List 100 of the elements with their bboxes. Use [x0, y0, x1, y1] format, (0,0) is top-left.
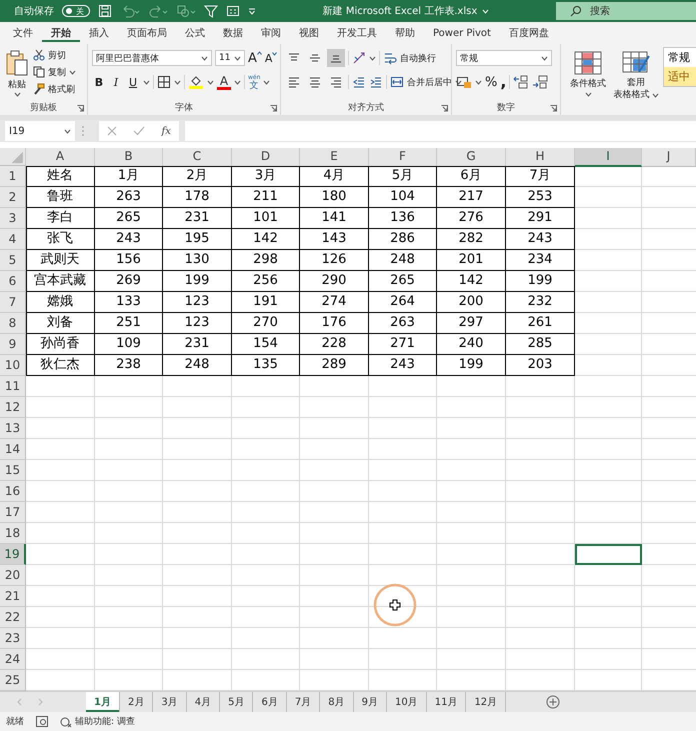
caret-icon[interactable]: [263, 80, 270, 84]
decrease-decimal-icon[interactable]: [532, 75, 548, 89]
row-header[interactable]: 18: [0, 523, 26, 544]
search-field[interactable]: 搜索: [556, 2, 696, 20]
row-header[interactable]: 19: [0, 544, 26, 565]
number-format-field[interactable]: 常规: [456, 50, 552, 66]
row-header[interactable]: 15: [0, 460, 26, 481]
column-header[interactable]: A: [26, 148, 95, 167]
increase-font-button[interactable]: A: [248, 50, 262, 66]
row-header[interactable]: 25: [0, 670, 26, 691]
row-header[interactable]: 2: [0, 187, 26, 208]
row-header[interactable]: 10: [0, 355, 26, 376]
paste-button[interactable]: 粘贴: [4, 47, 30, 97]
ribbon-tab[interactable]: 公式: [176, 22, 214, 44]
column-header[interactable]: C: [163, 148, 232, 167]
sheet-tab[interactable]: 1月: [86, 692, 120, 712]
ribbon-tab[interactable]: 审阅: [252, 22, 290, 44]
format-painter-button[interactable]: 格式刷: [33, 81, 76, 97]
row-header[interactable]: 21: [0, 586, 26, 607]
column-header[interactable]: B: [95, 148, 163, 167]
caret-icon[interactable]: [64, 128, 71, 134]
row-header[interactable]: 11: [0, 376, 26, 397]
row-header[interactable]: 23: [0, 628, 26, 649]
caret-icon[interactable]: [201, 56, 208, 60]
dialog-launcher-icon[interactable]: [270, 105, 277, 112]
ribbon-tab[interactable]: 文件: [4, 22, 42, 44]
wrap-text-button[interactable]: 自动换行: [383, 50, 436, 66]
underline-button[interactable]: U: [126, 76, 140, 88]
decrease-font-button[interactable]: A: [264, 52, 278, 64]
row-header[interactable]: 4: [0, 229, 26, 250]
caret-icon[interactable]: [234, 80, 241, 84]
name-box[interactable]: I19: [5, 121, 75, 141]
borders-icon[interactable]: [157, 75, 171, 89]
add-sheet-icon[interactable]: [546, 695, 560, 709]
bottom-align-icon[interactable]: [327, 49, 345, 67]
percent-button[interactable]: %: [485, 74, 498, 90]
caret-icon[interactable]: [69, 70, 76, 74]
cell-style-option[interactable]: 适中: [664, 67, 696, 86]
comma-style-button[interactable]: ,: [500, 77, 506, 87]
caret-icon[interactable]: [475, 80, 482, 84]
row-header[interactable]: 14: [0, 439, 26, 460]
dialog-launcher-icon[interactable]: [441, 105, 448, 112]
font-color-button[interactable]: A: [217, 74, 231, 90]
column-header[interactable]: H: [506, 148, 575, 167]
row-header[interactable]: 5: [0, 250, 26, 271]
autosave-toggle[interactable]: 关: [62, 5, 90, 17]
column-header[interactable]: J: [642, 148, 696, 167]
caret-icon[interactable]: [652, 92, 658, 98]
caret-icon[interactable]: [584, 92, 592, 97]
orientation-icon[interactable]: [352, 51, 366, 65]
dialog-launcher-icon[interactable]: [77, 105, 84, 112]
row-header[interactable]: 22: [0, 607, 26, 628]
ribbon-tab[interactable]: 开始: [42, 22, 80, 44]
caret-icon[interactable]: [369, 56, 376, 60]
caret-icon[interactable]: [455, 80, 462, 84]
column-header[interactable]: D: [232, 148, 300, 167]
font-name-field[interactable]: 阿里巴巴普惠体: [92, 50, 212, 66]
column-header[interactable]: F: [369, 148, 437, 167]
row-header[interactable]: 7: [0, 292, 26, 313]
accessibility-button[interactable]: 辅助功能: 调查: [60, 715, 135, 728]
accounting-icon[interactable]: [456, 75, 472, 89]
merge-center-button[interactable]: 合并后居中: [390, 74, 462, 90]
font-size-field[interactable]: 11: [215, 50, 245, 66]
ribbon-tab[interactable]: 插入: [80, 22, 118, 44]
ribbon-tab[interactable]: 开发工具: [328, 22, 386, 44]
ribbon-tab[interactable]: Power Pivot: [424, 22, 500, 44]
ribbon-tab[interactable]: 视图: [290, 22, 328, 44]
row-header[interactable]: 9: [0, 334, 26, 355]
row-header[interactable]: 1: [0, 166, 26, 187]
save-icon[interactable]: [98, 4, 112, 18]
column-header[interactable]: E: [300, 148, 369, 167]
decrease-indent-icon[interactable]: [352, 75, 366, 89]
row-header[interactable]: 6: [0, 271, 26, 292]
caret-icon[interactable]: [143, 80, 150, 84]
customize-caret-icon[interactable]: [248, 7, 256, 15]
column-header[interactable]: G: [437, 148, 506, 167]
form-icon[interactable]: [226, 4, 240, 18]
italic-button[interactable]: I: [109, 76, 123, 88]
cell-style-option[interactable]: 常规: [664, 48, 696, 67]
ribbon-tab[interactable]: 数据: [214, 22, 252, 44]
ribbon-tab[interactable]: 帮助: [386, 22, 424, 44]
dialog-launcher-icon[interactable]: [550, 105, 557, 112]
caret-icon[interactable]: [541, 56, 548, 60]
formula-input[interactable]: [185, 121, 696, 141]
row-header[interactable]: 13: [0, 418, 26, 439]
row-header[interactable]: 8: [0, 313, 26, 334]
fill-color-icon[interactable]: [188, 74, 204, 90]
row-header[interactable]: 17: [0, 502, 26, 523]
ribbon-tab[interactable]: 页面布局: [118, 22, 176, 44]
format-as-table-button[interactable]: 套用 表格格式: [611, 47, 661, 101]
insert-function-button[interactable]: fx: [162, 126, 171, 136]
caret-icon[interactable]: [174, 80, 181, 84]
increase-decimal-icon[interactable]: [513, 75, 530, 89]
ribbon-tab[interactable]: 百度网盘: [500, 22, 558, 44]
row-header[interactable]: 12: [0, 397, 26, 418]
cut-button[interactable]: 剪切: [33, 47, 76, 63]
caret-icon[interactable]: [207, 80, 214, 84]
row-header[interactable]: 16: [0, 481, 26, 502]
selected-cell[interactable]: [575, 544, 642, 565]
bold-button[interactable]: B: [92, 76, 106, 88]
